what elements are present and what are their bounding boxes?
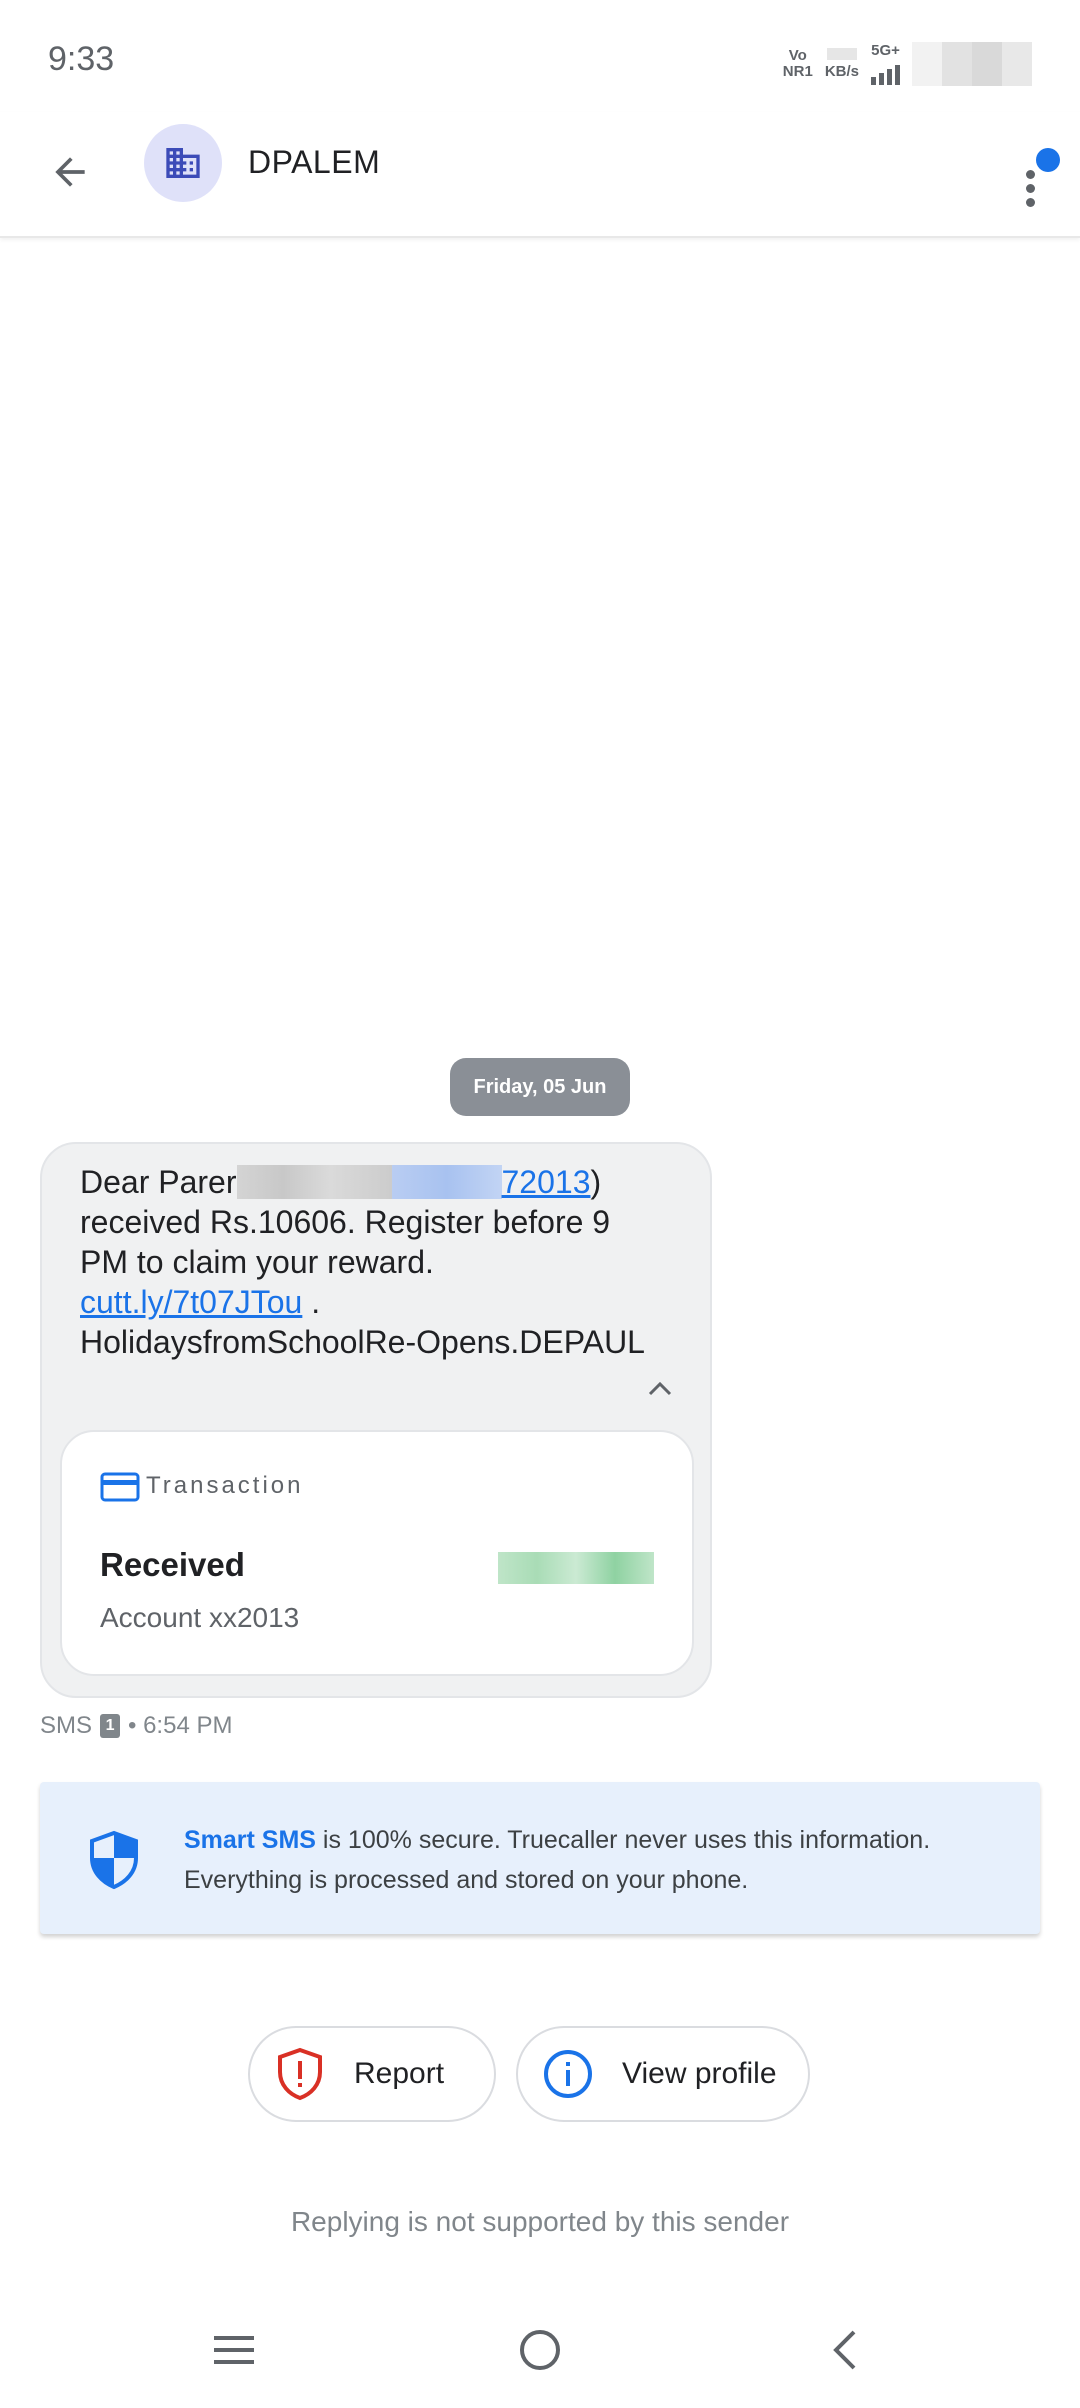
smart-sms-brand: Smart SMS — [184, 1826, 316, 1854]
status-icons: Vo NR1 KB/s 5G+ — [783, 42, 1032, 86]
info-icon — [544, 2050, 592, 2098]
status-time: 9:33 — [48, 40, 115, 78]
arrow-back-icon — [55, 157, 85, 187]
message-meta: SMS 1 • 6:54 PM — [40, 1712, 233, 1739]
redacted-status — [912, 42, 1032, 86]
unread-dot — [1036, 148, 1060, 172]
date-separator: Friday, 05 Jun — [450, 1058, 630, 1116]
signal-indicator: 5G+ — [871, 43, 900, 85]
signal-bars-icon — [871, 59, 900, 85]
report-button[interactable]: Report — [248, 2026, 496, 2122]
message-url-link[interactable]: cutt.ly/7t07JTou — [80, 1284, 302, 1320]
redacted-text — [236, 1165, 392, 1199]
view-profile-label: View profile — [622, 2057, 777, 2090]
home-icon[interactable] — [520, 2330, 560, 2370]
overflow-menu-button[interactable] — [1000, 130, 1060, 210]
reply-not-supported-note: Replying is not supported by this sender — [290, 2206, 790, 2237]
message-text: Dear Parer 72013) received Rs.10606. Regi… — [80, 1164, 645, 1360]
app-bar: DPALEM — [0, 112, 1080, 238]
transaction-label: Transaction — [146, 1472, 304, 1499]
message-number-link[interactable]: 72013 — [502, 1164, 591, 1200]
recent-apps-icon[interactable] — [212, 2330, 256, 2370]
collapse-button[interactable] — [640, 1374, 680, 1404]
back-button[interactable] — [40, 142, 100, 202]
volte-indicator: Vo NR1 — [782, 47, 813, 80]
transaction-account: Account xx2013 — [100, 1602, 300, 1633]
report-label: Report — [354, 2057, 445, 2090]
building-icon — [166, 148, 200, 178]
chevron-up-icon — [648, 1381, 672, 1396]
contact-name: DPALEM — [248, 144, 381, 180]
report-shield-icon — [278, 2047, 322, 2101]
avatar[interactable] — [144, 124, 222, 202]
view-profile-button[interactable]: View profile — [516, 2026, 810, 2122]
shield-icon — [90, 1830, 138, 1890]
redacted-link — [391, 1165, 502, 1199]
credit-card-icon — [100, 1472, 140, 1502]
transaction-amount-redacted — [498, 1552, 654, 1584]
nav-back-icon[interactable] — [826, 2328, 862, 2372]
network-speed: KB/s — [825, 48, 859, 80]
transaction-title: Received — [100, 1546, 245, 1583]
smart-sms-text: Smart SMS is 100% secure. Truecaller nev… — [184, 1826, 931, 1894]
sim-icon: 1 — [100, 1714, 121, 1738]
